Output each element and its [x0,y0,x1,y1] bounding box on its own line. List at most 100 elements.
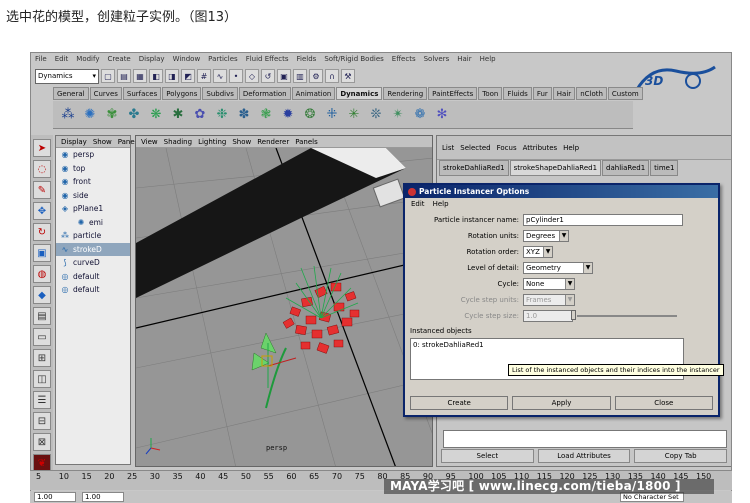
shelf-tab-painteffects[interactable]: PaintEffects [428,87,478,100]
close-button[interactable]: Close [614,396,713,410]
vortex-field-icon[interactable]: ✹ [279,106,297,124]
dialog-title-bar[interactable]: Particle Instancer Options [405,185,718,198]
select-object-icon[interactable]: ◨ [165,69,179,83]
show-manip-icon[interactable]: ◆ [33,286,51,304]
shelf-tab-animation[interactable]: Animation [291,87,336,100]
rotation-units-dropdown[interactable]: Degrees ▼ [523,229,569,242]
shelf-tab-deformation[interactable]: Deformation [238,87,291,100]
menu-effects[interactable]: Effects [392,55,416,63]
new-scene-icon[interactable]: ▢ [101,69,115,83]
create-button[interactable]: Create [410,396,509,410]
render-settings-icon[interactable]: ⚙ [309,69,323,83]
shelf-tab-dynamics[interactable]: Dynamics [336,87,383,100]
construction-icon[interactable]: ⚒ [341,69,355,83]
menu-help[interactable]: Help [480,55,496,63]
menu-shading[interactable]: Shading [164,138,192,146]
apply-button[interactable]: Apply [512,396,611,410]
single-view-icon[interactable]: ▭ [33,328,51,346]
outliner-item[interactable]: ◉ side [56,189,130,203]
menu-edit[interactable]: Edit [411,200,425,208]
shelf-tab-ncloth[interactable]: nCloth [576,87,607,100]
uniform-field-icon[interactable]: ❃ [257,106,275,124]
outliner-item[interactable]: ✺ emi [56,216,130,230]
outliner-item[interactable]: ◉ persp [56,148,130,162]
outliner-item[interactable]: ◎ default [56,270,130,284]
shelf-tab-subdivs[interactable]: Subdivs [202,87,238,100]
sprite-icon[interactable]: ✻ [433,106,451,124]
copy-tab-button[interactable]: Copy Tab [634,449,728,463]
move-tool-icon[interactable]: ✥ [33,202,51,220]
select-tool-icon[interactable]: ➤ [33,139,51,157]
shelf-tab-curves[interactable]: Curves [89,87,122,100]
menu-file[interactable]: File [35,55,47,63]
menu-window[interactable]: Window [173,55,201,63]
notes-field[interactable] [443,430,727,448]
two-view-icon[interactable]: ◫ [33,370,51,388]
tab-dahliared1[interactable]: dahliaRed1 [602,160,650,176]
shelf-tab-custom[interactable]: Custom [607,87,643,100]
outliner-view-icon[interactable]: ☰ [33,391,51,409]
tab-strokedahliared1[interactable]: strokeDahliaRed1 [439,160,509,176]
rotate-tool-icon[interactable]: ↻ [33,223,51,241]
select-button[interactable]: Select [441,449,534,463]
soft-body-icon[interactable]: ⁜ [323,106,341,124]
menu-attributes[interactable]: Attributes [523,144,558,152]
menu-hair[interactable]: Hair [457,55,471,63]
four-view-icon[interactable]: ⊞ [33,349,51,367]
menu-fields[interactable]: Fields [297,55,317,63]
hypershade-view-icon[interactable]: ⊠ [33,433,51,451]
outliner-item[interactable]: ⟆ curveD [56,256,130,270]
menu-panel[interactable]: Panel [118,138,137,146]
rigid-body-icon[interactable]: ❂ [301,106,319,124]
rotation-order-dropdown[interactable]: XYZ ▼ [523,245,553,258]
constraint-icon[interactable]: ✳ [345,106,363,124]
menu-renderer[interactable]: Renderer [257,138,289,146]
shelf-tab-general[interactable]: General [53,87,89,100]
history-icon[interactable]: ↺ [261,69,275,83]
current-time-field[interactable]: 1.00 [82,492,124,502]
outliner-item[interactable]: ⁂ particle [56,229,130,243]
outliner-item[interactable]: ◈ pPlane1 [56,202,130,216]
tab-time1[interactable]: time1 [650,160,679,176]
instanced-object-item[interactable]: 0: strokeDahliaRed1 [413,341,681,349]
air-field-icon[interactable]: ✤ [125,106,143,124]
menu-show[interactable]: Show [93,138,112,146]
select-hierarchy-icon[interactable]: ◧ [149,69,163,83]
shelf-tab-polygons[interactable]: Polygons [162,87,202,100]
snap-grid-icon[interactable]: # [197,69,211,83]
level-of-detail-dropdown[interactable]: Geometry ▼ [523,261,593,274]
outliner-item[interactable]: ◉ front [56,175,130,189]
soft-mod-icon[interactable]: ◍ [33,265,51,283]
shelf-tab-toon[interactable]: Toon [478,87,503,100]
shelf-tab-hair[interactable]: Hair [552,87,576,100]
menu-fluid-effects[interactable]: Fluid Effects [246,55,289,63]
snap-curve-icon[interactable]: ∿ [213,69,227,83]
shelf-tab-fur[interactable]: Fur [532,87,552,100]
outliner-item[interactable]: ∿ strokeD [56,242,130,256]
goal-icon[interactable]: ✴ [389,106,407,124]
menu-show[interactable]: Show [232,138,251,146]
menu-edit[interactable]: Edit [55,55,69,63]
open-scene-icon[interactable]: ▤ [117,69,131,83]
menu-focus[interactable]: Focus [497,144,517,152]
drag-field-icon[interactable]: ❋ [147,106,165,124]
start-time-field[interactable]: 1.00 [34,492,76,502]
menu-lighting[interactable]: Lighting [198,138,226,146]
shelf-tab-surfaces[interactable]: Surfaces [122,87,162,100]
mode-select[interactable]: Dynamics ▾ [35,68,99,84]
outliner-item[interactable]: ◎ default [56,283,130,297]
scale-tool-icon[interactable]: ▣ [33,244,51,262]
menu-particles[interactable]: Particles [208,55,238,63]
outliner-item[interactable]: ◉ top [56,162,130,176]
gravity-field-icon[interactable]: ✱ [169,106,187,124]
particle-tool-icon[interactable]: ⁂ [59,106,77,124]
cycle-dropdown[interactable]: None ▼ [523,277,575,290]
menu-soft-rigid-bodies[interactable]: Soft/Rigid Bodies [324,55,383,63]
select-component-icon[interactable]: ◩ [181,69,195,83]
snap-plane-icon[interactable]: ◇ [245,69,259,83]
viewport-canvas[interactable]: persp [136,148,432,466]
menu-help[interactable]: Help [433,200,449,208]
last-tool-icon[interactable]: ▤ [33,307,51,325]
menu-modify[interactable]: Modify [76,55,99,63]
magnet-icon[interactable]: ∩ [325,69,339,83]
